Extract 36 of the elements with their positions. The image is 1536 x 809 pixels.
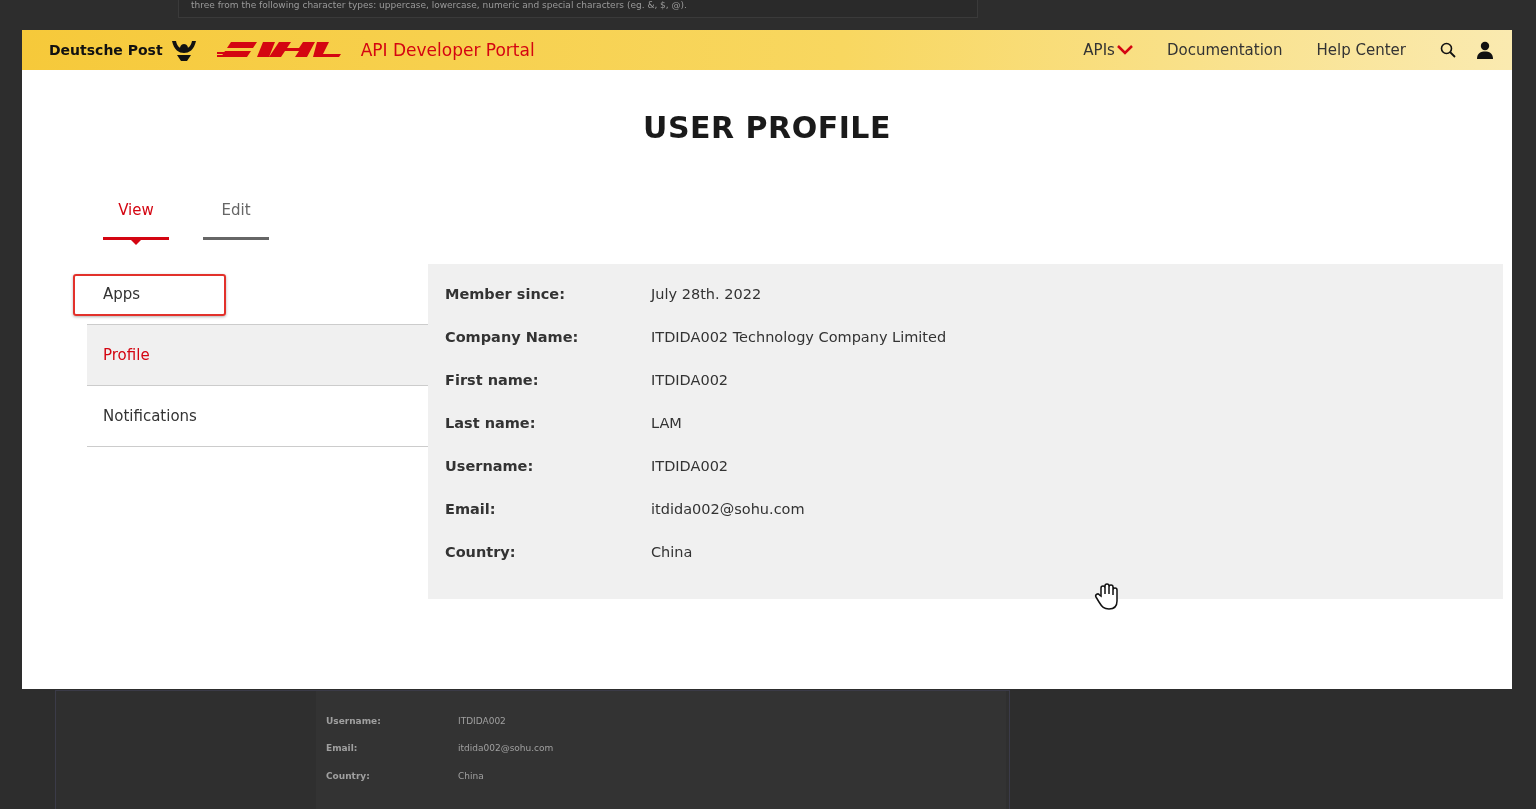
field-label: Country: (326, 770, 371, 781)
field-label: Username: (445, 458, 535, 476)
field-label: Email: (445, 501, 497, 519)
field-value: China (458, 770, 484, 781)
field-label: First name: (445, 372, 540, 390)
field-value: ITDIDA002 Technology Company Limited (651, 329, 947, 347)
portal-title: API Developer Portal (360, 40, 535, 60)
field-value: ITDIDA002 (651, 458, 729, 476)
search-icon[interactable] (1440, 42, 1456, 58)
field-value: ITDIDA002 (458, 715, 506, 726)
tab[interactable]: Edit (203, 196, 269, 240)
field-value: China (651, 544, 693, 562)
field-value: itdida002@sohu.com (458, 743, 554, 754)
tab[interactable]: View (103, 196, 169, 240)
field-label: Member since: (445, 286, 566, 304)
field-value: itdida002@sohu.com (651, 501, 805, 519)
brand-name: Deutsche Post (49, 42, 163, 58)
user-icon[interactable] (1476, 41, 1494, 59)
field-label: Email: (326, 743, 359, 754)
field-value: July 28th. 2022 (651, 286, 762, 304)
apis-menu[interactable]: APIs (1083, 41, 1133, 59)
dhl-logo-icon (216, 40, 341, 60)
tab-pointer-icon (131, 240, 141, 245)
field-label: Company Name: (445, 329, 580, 347)
hand-cursor-icon (1094, 582, 1120, 610)
nav-link[interactable]: Help Center (1316, 41, 1406, 59)
field-value: LAM (651, 415, 682, 433)
field-label: Last name: (445, 415, 537, 433)
caret-icon (1116, 45, 1133, 55)
password-hint: three from the following character types: uppercase, lowercase, numeric and special characters (eg. &, $, @). (178, 0, 978, 18)
field-value: ITDIDA002 (651, 372, 729, 390)
page-title: USER PROFILE (642, 110, 892, 146)
sidebar-item[interactable]: Profile (87, 325, 428, 386)
field-label: Username: (326, 715, 382, 726)
nav-link[interactable]: Documentation (1166, 41, 1283, 59)
field-label: Country: (445, 544, 517, 562)
